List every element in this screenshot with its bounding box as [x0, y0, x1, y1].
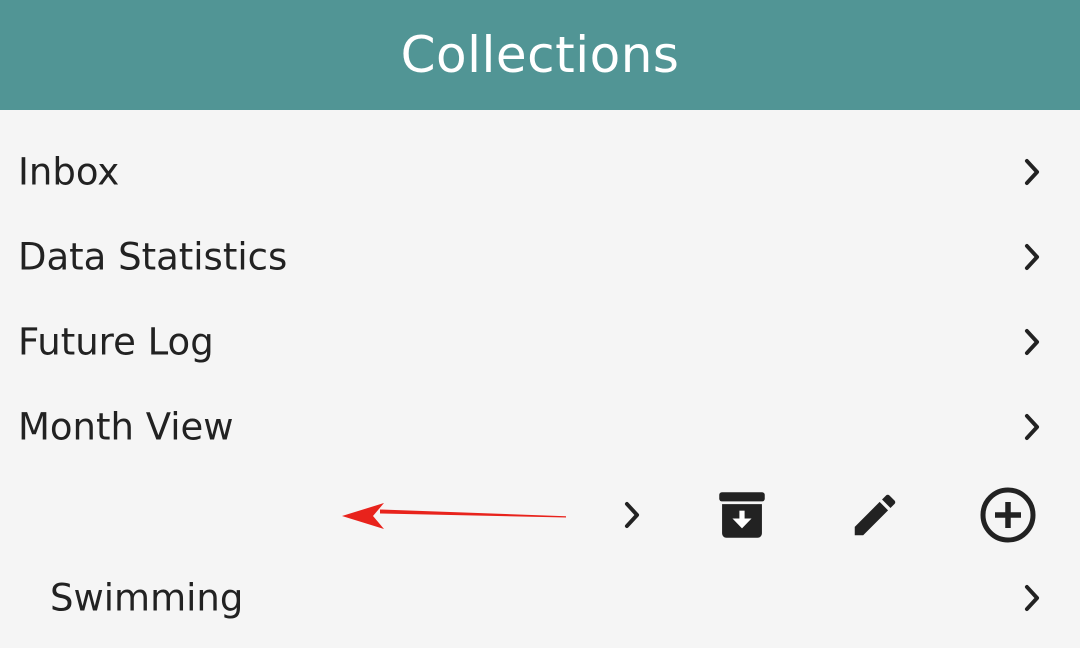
app-header: Collections: [0, 0, 1080, 110]
chevron-right-icon: [1024, 413, 1040, 441]
list-item-swimming[interactable]: Swimming: [0, 558, 1080, 638]
chevron-right-icon: [1024, 243, 1040, 271]
list-item-label: Future Log: [18, 320, 214, 364]
list-item-inbox[interactable]: Inbox: [0, 132, 1080, 212]
list-item-label: Swimming: [50, 576, 244, 620]
edit-icon[interactable]: [848, 488, 902, 542]
list-item-data-statistics[interactable]: Data Statistics: [0, 217, 1080, 297]
chevron-right-icon: [1024, 328, 1040, 356]
list-item-month-view[interactable]: Month View: [0, 387, 1080, 467]
chevron-right-icon[interactable]: [614, 497, 650, 533]
list-item-future-log[interactable]: Future Log: [0, 302, 1080, 382]
chevron-right-icon: [1024, 584, 1040, 612]
annotation-arrow: [342, 503, 566, 529]
list-item-label: Inbox: [18, 150, 120, 194]
add-circle-icon[interactable]: [978, 485, 1038, 545]
archive-icon[interactable]: [716, 489, 768, 541]
chevron-right-icon: [1024, 158, 1040, 186]
list-item-label: Month View: [18, 405, 234, 449]
list-item-label: Data Statistics: [18, 235, 288, 279]
page-title: Collections: [400, 26, 680, 84]
